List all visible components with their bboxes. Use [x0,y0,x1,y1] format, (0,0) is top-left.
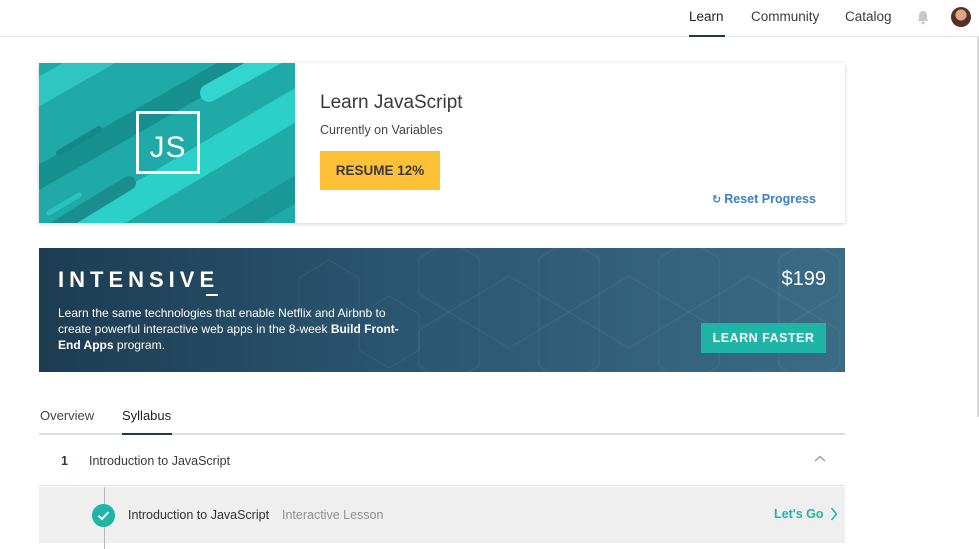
nav-catalog[interactable]: Catalog [845,9,892,37]
top-navigation: Learn Community Catalog [0,0,979,37]
syllabus-unit-row[interactable]: 1 Introduction to JavaScript [39,437,845,486]
learn-faster-button[interactable]: LEARN FASTER [701,323,826,353]
lesson-type: Interactive Lesson [282,508,384,522]
chevron-up-icon[interactable] [814,453,826,465]
course-title: Learn JavaScript [320,92,463,113]
banner-description: Learn the same technologies that enable … [58,305,408,353]
lesson-title: Introduction to JavaScript [128,508,270,522]
intensive-banner: INTENSIVE Learn the same technologies th… [39,248,845,372]
course-status: Currently on Variables [320,123,443,137]
unit-number: 1 [61,454,68,468]
resume-button[interactable]: RESUME 12% [320,151,440,190]
js-logo: JS [136,111,200,174]
banner-price: $199 [781,268,827,290]
nav-community[interactable]: Community [751,9,819,37]
tab-syllabus[interactable]: Syllabus [122,408,172,435]
lets-go-link[interactable]: Let's Go [774,507,838,521]
course-card: JS Learn JavaScript Currently on Variabl… [39,63,845,223]
banner-desc-tail: program. [113,338,165,352]
course-hero-image: JS [39,63,295,223]
course-tabs: Overview Syllabus [39,398,845,435]
user-avatar[interactable] [951,7,971,27]
check-icon [92,504,115,527]
reset-progress-link[interactable]: ↻ Reset Progress [712,192,816,206]
intensive-logo: INTENSIVE [58,267,220,292]
nav-learn[interactable]: Learn [689,9,725,37]
reset-progress-label: Reset Progress [724,192,816,206]
lets-go-label: Let's Go [774,507,824,521]
lesson-row[interactable]: Introduction to JavaScript Interactive L… [39,487,845,549]
unit-title: Introduction to JavaScript [89,454,231,468]
tab-overview[interactable]: Overview [40,408,94,435]
refresh-icon: ↻ [712,193,722,206]
bell-icon[interactable] [916,10,930,25]
intensive-logo-underline [206,294,218,296]
chevron-right-icon [830,507,837,521]
